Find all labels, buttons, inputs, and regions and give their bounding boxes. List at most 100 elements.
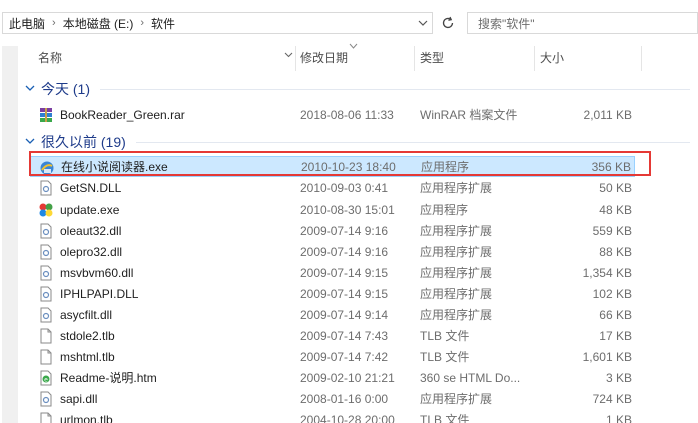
file-size: 2,011 KB [583, 107, 632, 122]
column-header-name[interactable]: 名称 [38, 46, 62, 68]
file-size: 88 KB [599, 244, 632, 259]
column-name-label: 名称 [38, 50, 63, 65]
file-row[interactable]: IPHLPAPI.DLL 2009-07-14 9:15 应用程序扩展 102 … [30, 283, 635, 304]
file-type: TLB 文件 [420, 413, 470, 423]
file-icon [38, 328, 54, 344]
refresh-icon[interactable] [437, 12, 459, 34]
breadcrumb-drive-e[interactable]: 本地磁盘 (E:) [63, 15, 134, 32]
file-date: 2009-07-14 7:42 [300, 349, 389, 364]
file-size: 66 KB [599, 307, 632, 322]
file-name: sapi.dll [60, 391, 98, 406]
file-size: 17 KB [599, 328, 632, 343]
file-type: 应用程序扩展 [420, 392, 493, 406]
file-type: WinRAR 档案文件 [420, 108, 518, 122]
file-date: 2009-07-14 9:15 [300, 286, 389, 301]
chevron-down-icon[interactable] [418, 16, 428, 33]
dll-icon [38, 391, 54, 407]
breadcrumb-this-pc[interactable]: 此电脑 [9, 15, 45, 32]
file-row[interactable]: msvbvm60.dll 2009-07-14 9:15 应用程序扩展 1,35… [30, 262, 635, 283]
breadcrumb-software[interactable]: 软件 [151, 15, 175, 32]
file-date: 2009-07-14 9:16 [300, 244, 389, 259]
file-name: BookReader_Green.rar [60, 107, 185, 122]
group-header-long-ago[interactable]: 很久以前 (19) [25, 132, 690, 152]
column-size-label: 大小 [540, 50, 565, 65]
file-date: 2010-10-23 18:40 [301, 159, 396, 174]
nav-pane-scroll[interactable] [2, 46, 18, 423]
chevron-down-icon[interactable] [25, 83, 41, 96]
file-date: 2008-01-16 0:00 [300, 391, 389, 406]
column-divider[interactable] [295, 46, 296, 71]
file-size: 48 KB [599, 202, 632, 217]
search-placeholder: 搜索"软件" [478, 16, 535, 31]
chevron-down-icon[interactable] [284, 50, 293, 61]
dll-icon [38, 286, 54, 302]
address-row: 此电脑 › 本地磁盘 (E:) › 软件 搜索"软件" [0, 0, 698, 46]
file-name: oleaut32.dll [60, 223, 122, 238]
file-row-bookreader[interactable]: BookReader_Green.rar 2018-08-06 11:33 Wi… [30, 104, 635, 125]
column-header-size[interactable]: 大小 [540, 46, 564, 68]
vertical-scrollbar[interactable] [690, 46, 698, 423]
file-name: stdole2.tlb [60, 328, 115, 343]
file-row[interactable]: olepro32.dll 2009-07-14 9:16 应用程序扩展 88 K… [30, 241, 635, 262]
column-divider[interactable] [534, 46, 535, 71]
dll-icon [38, 265, 54, 281]
address-bar[interactable]: 此电脑 › 本地磁盘 (E:) › 软件 [2, 12, 433, 34]
chevron-down-icon[interactable] [25, 136, 41, 149]
file-type: 应用程序扩展 [420, 181, 493, 195]
file-name: Readme-说明.htm [60, 371, 157, 385]
file-name: olepro32.dll [60, 244, 123, 259]
column-divider[interactable] [641, 46, 642, 71]
file-type: TLB 文件 [420, 329, 470, 343]
breadcrumb-separator[interactable]: › [140, 17, 144, 29]
rar-icon [38, 107, 54, 123]
file-type: 应用程序扩展 [420, 224, 493, 238]
file-size: 559 KB [592, 223, 632, 238]
file-type: 应用程序扩展 [420, 287, 493, 301]
column-divider[interactable] [414, 46, 415, 71]
column-header-type[interactable]: 类型 [420, 46, 444, 68]
group-title: 很久以前 (19) [41, 134, 126, 150]
file-name: 在线小说阅读器.exe [61, 160, 168, 174]
breadcrumb-separator[interactable]: › [52, 17, 56, 29]
file-date: 2009-02-10 21:21 [300, 370, 395, 385]
sort-arrow-icon [349, 41, 358, 51]
file-name: asycfilt.dll [60, 307, 113, 322]
file-date: 2009-07-14 9:14 [300, 307, 389, 322]
file-name: urlmon.tlb [60, 412, 113, 423]
file-size: 724 KB [592, 391, 632, 406]
file-icon [38, 349, 54, 365]
file-date: 2009-07-14 9:16 [300, 223, 389, 238]
group-title: 今天 (1) [41, 81, 90, 97]
file-row[interactable]: update.exe 2010-08-30 15:01 应用程序 48 KB [30, 199, 635, 220]
search-input[interactable]: 搜索"软件" [467, 12, 698, 34]
file-type: 360 se HTML Do... [420, 370, 521, 385]
file-date: 2018-08-06 11:33 [300, 107, 394, 122]
group-header-today[interactable]: 今天 (1) [25, 79, 690, 99]
file-name: GetSN.DLL [60, 180, 122, 195]
file-row[interactable]: urlmon.tlb 2004-10-28 20:00 TLB 文件 1 KB [30, 409, 635, 423]
file-row[interactable]: mshtml.tlb 2009-07-14 7:42 TLB 文件 1,601 … [30, 346, 635, 367]
file-type: TLB 文件 [420, 350, 470, 364]
file-date: 2009-07-14 9:15 [300, 265, 389, 280]
file-type: 应用程序 [420, 203, 469, 217]
file-row[interactable]: oleaut32.dll 2009-07-14 9:16 应用程序扩展 559 … [30, 220, 635, 241]
file-name: IPHLPAPI.DLL [60, 286, 139, 301]
file-type: 应用程序扩展 [420, 245, 493, 259]
file-name: msvbvm60.dll [60, 265, 134, 280]
file-row[interactable]: GetSN.DLL 2010-09-03 0:41 应用程序扩展 50 KB [30, 177, 635, 198]
file-type: 应用程序 [421, 160, 470, 174]
file-row[interactable]: stdole2.tlb 2009-07-14 7:43 TLB 文件 17 KB [30, 325, 635, 346]
svg-text:e: e [44, 377, 48, 384]
file-row[interactable]: asycfilt.dll 2009-07-14 9:14 应用程序扩展 66 K… [30, 304, 635, 325]
htm-icon: e [38, 370, 54, 386]
file-row[interactable]: e Readme-说明.htm 2009-02-10 21:21 360 se … [30, 367, 635, 388]
file-row-reader-exe[interactable]: 在线小说阅读器.exe 2010-10-23 18:40 应用程序 356 KB [30, 156, 635, 177]
file-size: 1,601 KB [582, 349, 632, 364]
group-divider [135, 141, 690, 143]
file-icon [38, 412, 54, 423]
file-size: 1,354 KB [582, 265, 632, 280]
column-header-date[interactable]: 修改日期 [300, 46, 348, 68]
file-row[interactable]: sapi.dll 2008-01-16 0:00 应用程序扩展 724 KB [30, 388, 635, 409]
column-date-label: 修改日期 [300, 50, 349, 65]
update-icon [38, 202, 54, 218]
